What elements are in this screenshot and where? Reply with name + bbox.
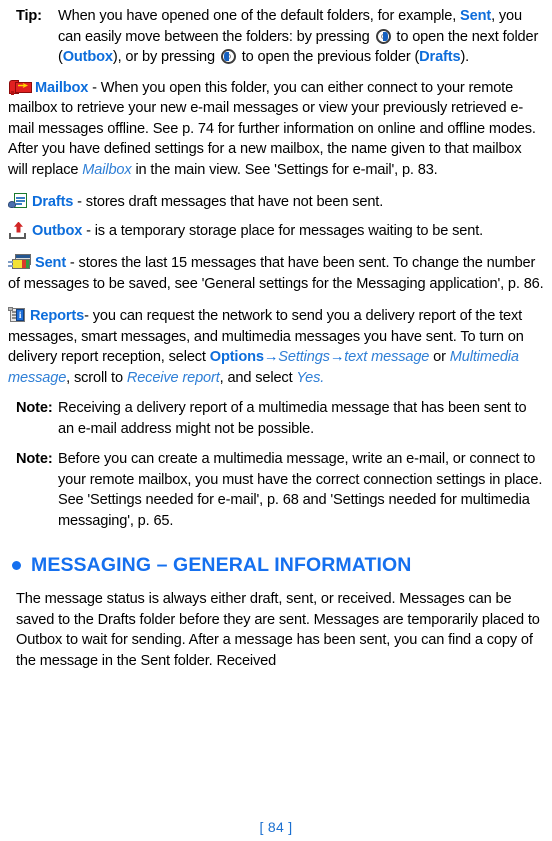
folder-drafts-text-1: - stores draft messages that have not be… [73, 194, 384, 210]
folder-mailbox-emphasis: Mailbox [82, 161, 132, 178]
arrow-icon-2: → [329, 349, 345, 365]
folder-mailbox: Mailbox - When you open this folder, you… [8, 78, 544, 181]
folder-outbox-text-1: - is a temporary storage place for messa… [82, 222, 484, 239]
menu-text-message[interactable]: text message [344, 349, 429, 365]
page-number: [ 84 ] [259, 819, 293, 835]
folder-reports-name[interactable]: Reports [30, 308, 84, 324]
tip-block: Tip: When you have opened one of the def… [8, 6, 544, 68]
folder-mailbox-name[interactable]: Mailbox [35, 80, 88, 96]
tip-text-4: ), or by pressing [112, 49, 219, 65]
mailbox-icon [8, 79, 32, 95]
drafts-icon [8, 193, 29, 209]
note-body-2: Before you can create a multimedia messa… [58, 451, 543, 529]
folder-outbox: Outbox - is a temporary storage place fo… [8, 221, 544, 242]
sent-icon [8, 254, 32, 270]
joystick-right-icon [375, 28, 391, 44]
tip-link-sent[interactable]: Sent [460, 8, 491, 24]
folder-sent-name[interactable]: Sent [35, 255, 66, 271]
reports-text-2: , scroll to [66, 369, 127, 386]
tip-text-5: to open the previous folder ( [237, 49, 420, 65]
section-heading: MESSAGING – GENERAL INFORMATION [8, 553, 544, 577]
menu-yes[interactable]: Yes. [296, 370, 324, 386]
tip-link-drafts[interactable]: Drafts [419, 49, 460, 65]
note-label-2: Note: [16, 451, 53, 467]
note-body-1: Receiving a delivery report of a multime… [58, 400, 527, 437]
note-label-1: Note: [16, 400, 53, 416]
note-block-1: Note: Receiving a delivery report of a m… [8, 398, 544, 439]
arrow-icon-1: → [263, 349, 279, 365]
folder-outbox-name[interactable]: Outbox [32, 223, 82, 239]
folder-sent: Sent - stores the last 15 messages that … [8, 253, 544, 294]
menu-options[interactable]: Options [210, 349, 264, 365]
bullet-icon [12, 560, 21, 570]
tip-link-outbox[interactable]: Outbox [63, 49, 113, 65]
tip-text-6: ). [460, 49, 470, 65]
folder-reports: i Reports- you can request the network to… [8, 306, 544, 388]
tip-label: Tip: [16, 8, 42, 24]
section-body: The message status is always either draf… [16, 591, 540, 669]
folder-drafts-name[interactable]: Drafts [32, 194, 73, 210]
menu-settings[interactable]: Settings [278, 349, 330, 365]
outbox-icon [8, 221, 29, 239]
reports-conj: or [429, 349, 450, 365]
folder-mailbox-text-2: in the main view. See 'Settings for e-ma… [131, 161, 438, 178]
joystick-left-icon [220, 49, 236, 64]
reports-icon: i [8, 307, 27, 323]
folder-sent-text-1: - stores the last 15 messages that have … [8, 255, 544, 292]
note-block-2: Note: Before you can create a multimedia… [8, 449, 544, 531]
section-heading-text: MESSAGING – GENERAL INFORMATION [31, 554, 412, 576]
reports-text-3: , and select [219, 369, 297, 386]
tip-body: When you have opened one of the default … [58, 6, 544, 68]
tip-text-1: When you have opened one of the default … [58, 8, 461, 24]
reports-info-badge: i [16, 309, 24, 321]
manual-page: Tip: When you have opened one of the def… [0, 0, 552, 841]
folder-drafts: Drafts - stores draft messages that have… [8, 192, 544, 213]
menu-receive-report[interactable]: Receive report [127, 370, 220, 386]
